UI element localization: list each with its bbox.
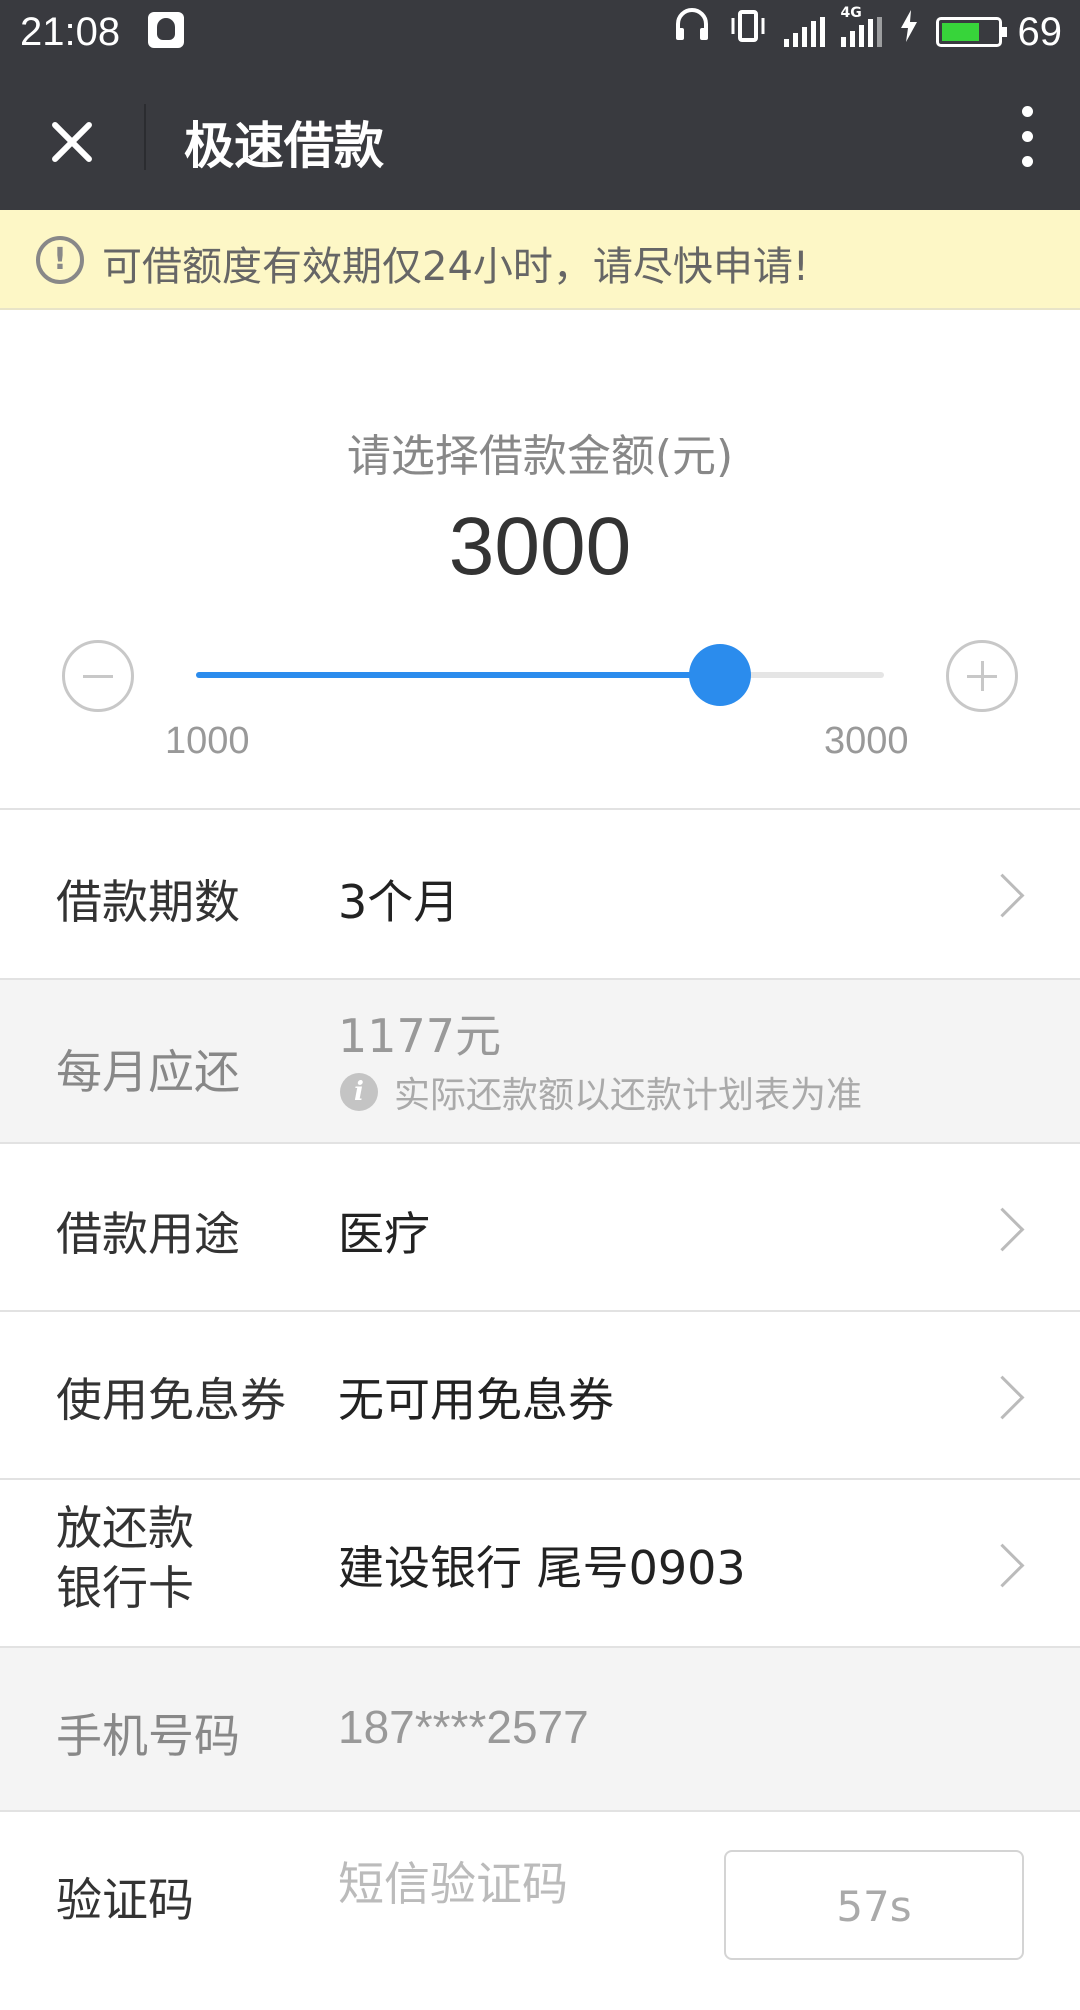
bank-card-label-line2: 银行卡: [56, 1561, 194, 1615]
close-icon[interactable]: [42, 112, 102, 172]
monthly-row: 每月应还 1177元 i 实际还款额以还款计划表为准: [0, 978, 1080, 1142]
exclamation-circle-icon: !: [36, 236, 84, 284]
title-bar: 极速借款: [0, 64, 1080, 210]
charging-icon: [898, 8, 920, 57]
minus-icon: [83, 675, 113, 678]
sms-countdown-button[interactable]: 57s: [724, 1850, 1024, 1960]
purpose-label: 借款用途: [56, 1207, 240, 1261]
chevron-right-icon: [980, 873, 1025, 918]
term-row[interactable]: 借款期数 3个月: [0, 808, 1080, 978]
battery-level: [941, 23, 979, 41]
phone-value: 187****2577: [338, 1701, 589, 1753]
slider-fill: [196, 672, 720, 678]
purpose-value: 医疗: [338, 1207, 430, 1261]
phone-row: 手机号码 187****2577: [0, 1646, 1080, 1810]
bank-card-label-line1: 放还款: [56, 1501, 194, 1555]
qq-icon: [148, 12, 184, 48]
monthly-hint: i 实际还款额以还款计划表为准: [340, 1066, 862, 1118]
coupon-label: 使用免息券: [56, 1373, 286, 1427]
amount-value: 3000: [448, 501, 632, 592]
info-icon: i: [340, 1073, 378, 1111]
monthly-hint-text: 实际还款额以还款计划表为准: [394, 1075, 863, 1116]
network-type: 4G: [840, 5, 862, 21]
more-vertical-icon[interactable]: [1016, 104, 1040, 170]
status-icons: 4G 69: [672, 5, 1063, 59]
decrease-amount-button[interactable]: [62, 640, 134, 712]
bank-card-value: 建设银行 尾号0903: [338, 1541, 746, 1595]
battery-percent: 69: [1017, 9, 1063, 54]
vibrate-icon: [728, 6, 768, 59]
phone-label: 手机号码: [56, 1709, 240, 1763]
sms-code-input[interactable]: 短信验证码: [338, 1848, 568, 1914]
validity-notice: ! 可借额度有效期仅24小时，请尽快申请!: [0, 210, 1080, 310]
amount-slider[interactable]: [196, 644, 884, 706]
slider-thumb[interactable]: [689, 644, 751, 706]
term-label: 借款期数: [56, 875, 240, 929]
verification-label: 验证码: [56, 1873, 194, 1927]
bank-card-row[interactable]: 放还款 银行卡 建设银行 尾号0903: [0, 1478, 1080, 1646]
status-bar: 21:08 4G 69: [0, 0, 1080, 64]
status-time: 21:08: [20, 10, 121, 54]
coupon-row[interactable]: 使用免息券 无可用免息券: [0, 1310, 1080, 1478]
slider-min-label: 1000: [165, 720, 250, 762]
page-title: 极速借款: [184, 117, 384, 175]
term-value: 3个月: [338, 875, 460, 929]
coupon-value: 无可用免息券: [338, 1373, 614, 1427]
monthly-value: 1177元: [338, 1009, 502, 1063]
purpose-row[interactable]: 借款用途 医疗: [0, 1142, 1080, 1310]
bank-card-label: 放还款 银行卡: [56, 1498, 194, 1618]
title-divider: [144, 104, 146, 170]
slider-max-label: 3000: [824, 720, 909, 762]
wifi-signal-icon: [783, 17, 825, 47]
cellular-signal-icon: 4G: [840, 5, 882, 47]
headset-icon: [672, 6, 712, 59]
verification-row: 验证码 短信验证码 57s: [0, 1810, 1080, 2010]
loan-form: 借款期数 3个月 每月应还 1177元 i 实际还款额以还款计划表为准 借款用途…: [0, 808, 1080, 2010]
notice-text: 可借额度有效期仅24小时，请尽快申请!: [102, 244, 809, 290]
chevron-right-icon: [980, 1543, 1025, 1588]
chevron-right-icon: [980, 1207, 1025, 1252]
increase-amount-button[interactable]: [946, 640, 1018, 712]
chevron-right-icon: [980, 1375, 1025, 1420]
monthly-label: 每月应还: [56, 1045, 240, 1099]
amount-label: 请选择借款金额(元): [346, 431, 734, 482]
battery-icon: [935, 17, 1007, 47]
